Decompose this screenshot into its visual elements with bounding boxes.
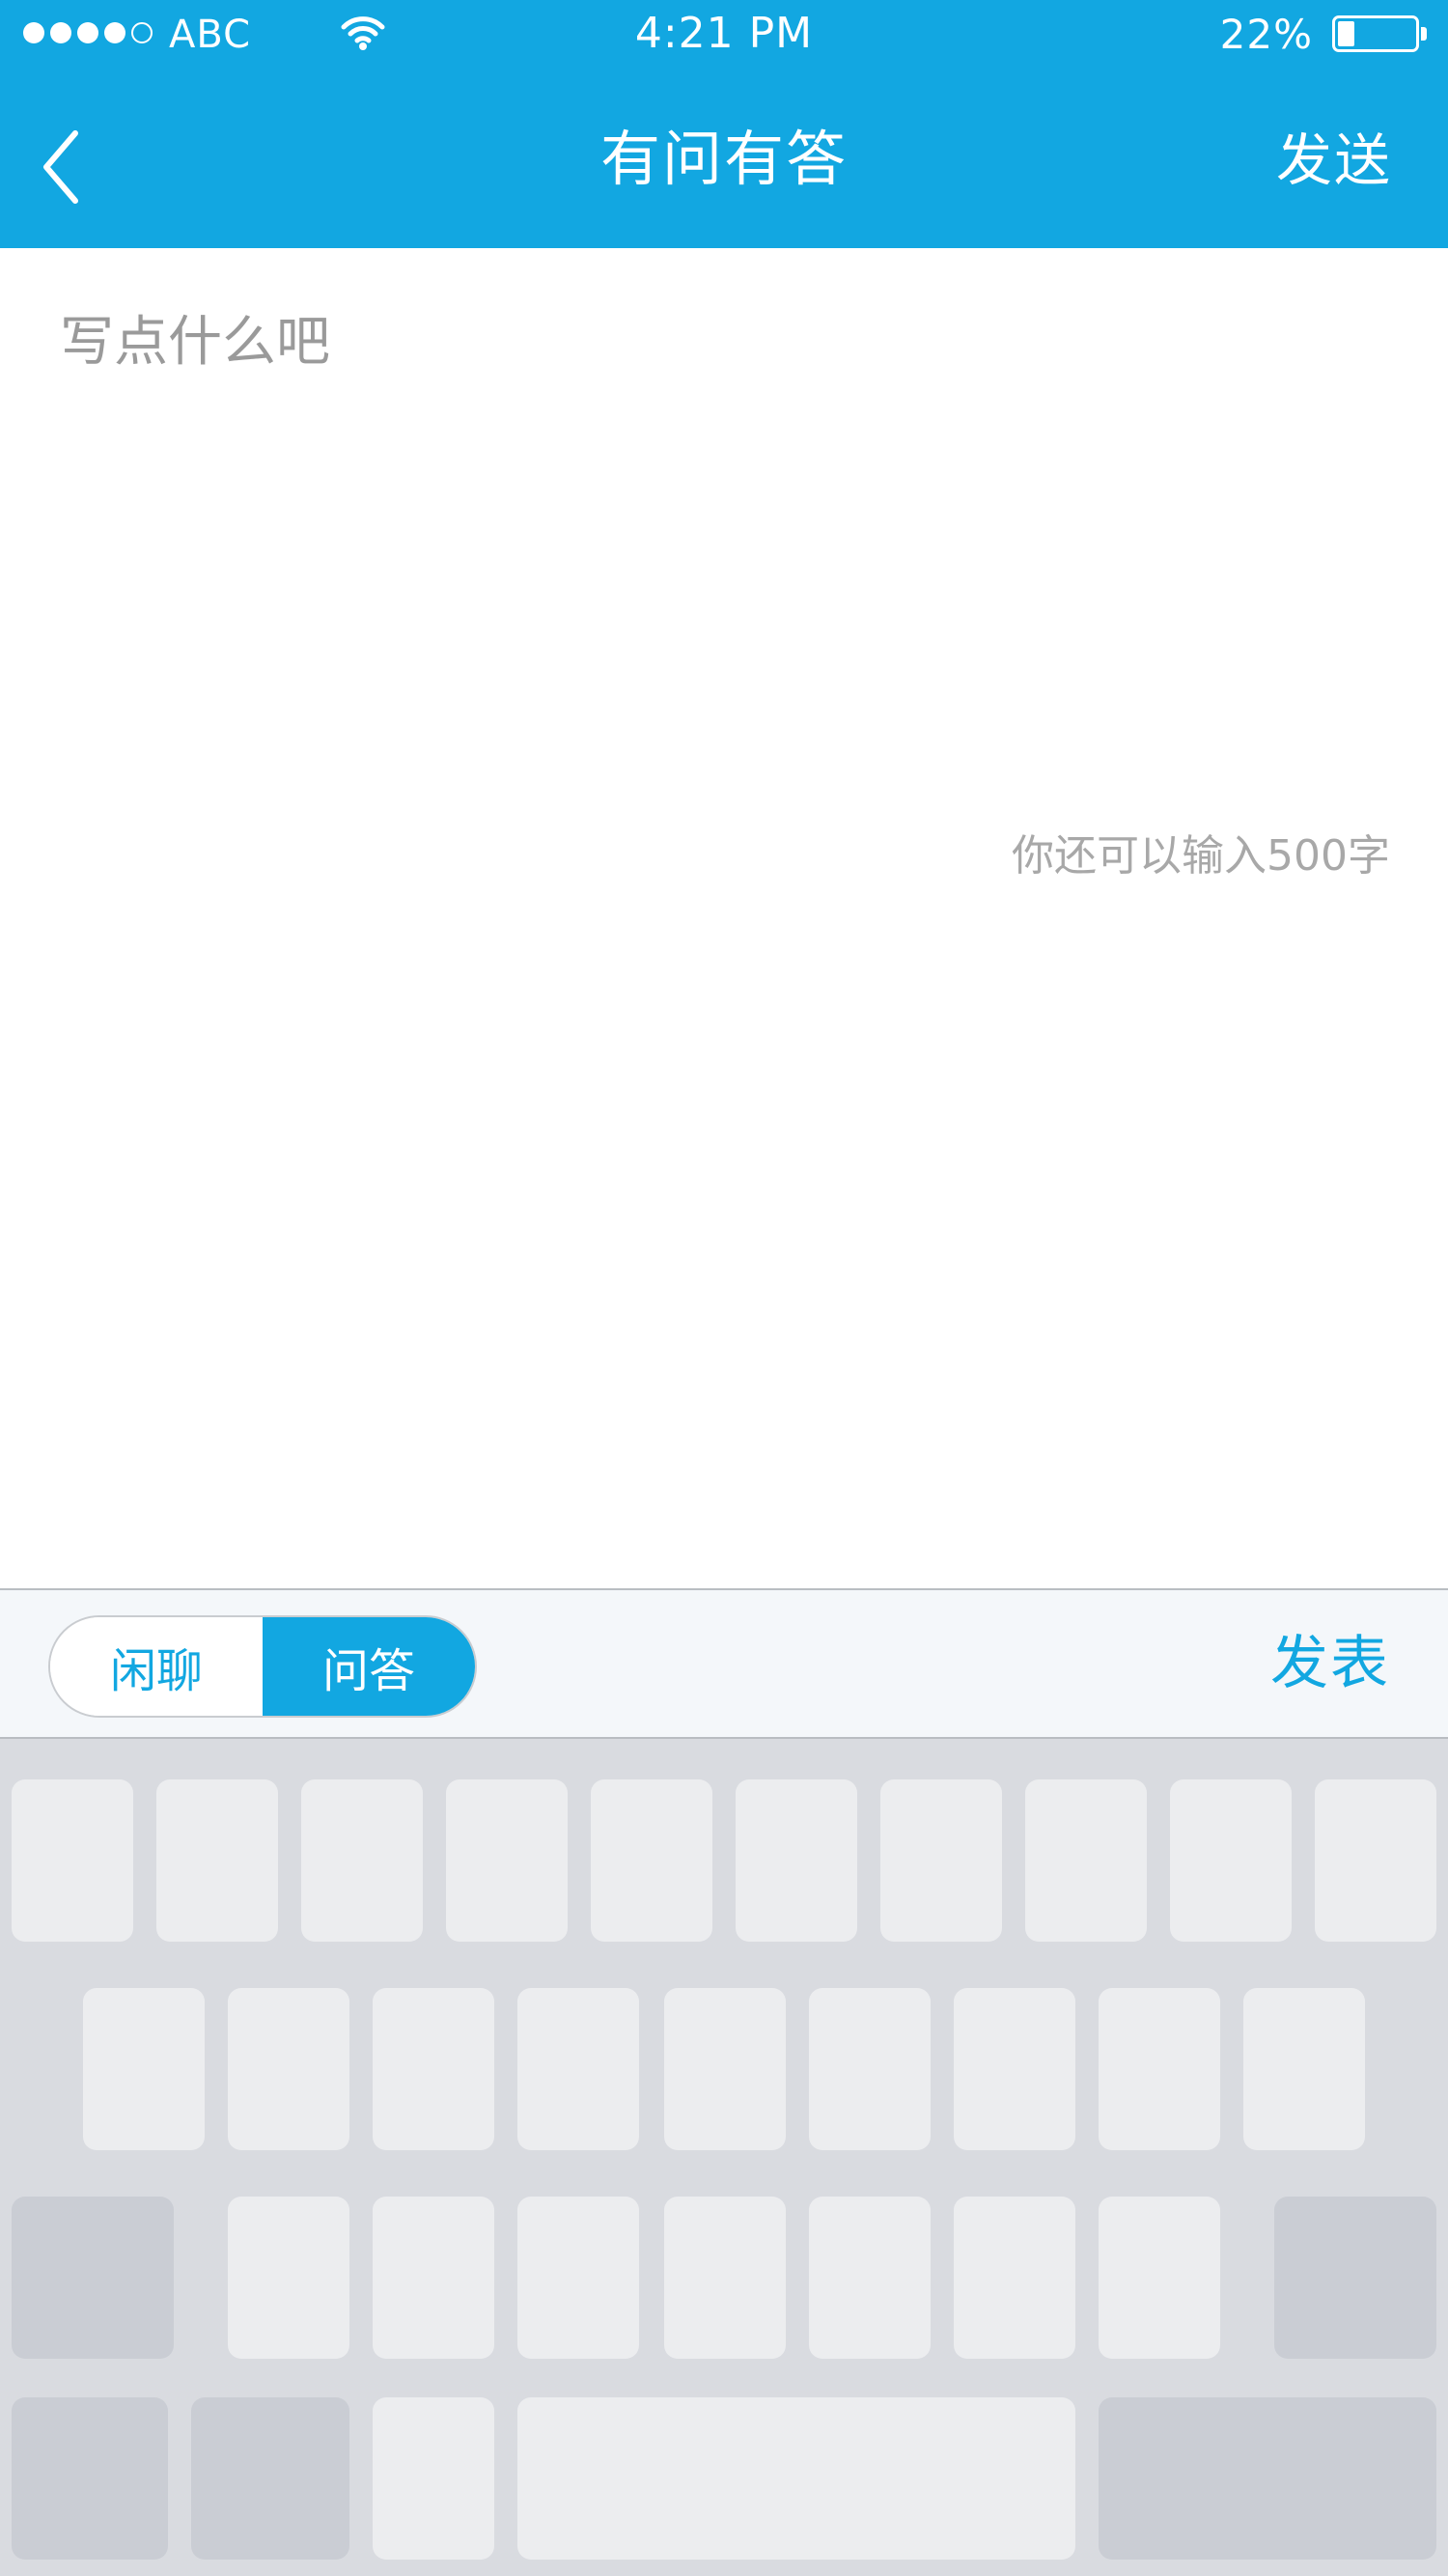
- segment-qa[interactable]: 问答: [263, 1617, 475, 1716]
- page-title: 有问有答: [599, 124, 848, 194]
- delete-key[interactable]: [1274, 2197, 1436, 2359]
- keyboard-key[interactable]: [664, 1988, 786, 2150]
- keyboard-key[interactable]: [736, 1779, 857, 1942]
- keyboard-key[interactable]: [517, 2197, 639, 2359]
- keyboard-key[interactable]: [954, 2197, 1075, 2359]
- keyboard-key[interactable]: [446, 1779, 568, 1942]
- keyboard-key[interactable]: [517, 1988, 639, 2150]
- battery-percent: 22%: [1219, 11, 1313, 58]
- publish-button[interactable]: 发表: [1270, 1625, 1390, 1702]
- post-type-segmented-control: 闲聊 问答: [48, 1615, 477, 1718]
- keyboard-key[interactable]: [373, 1988, 494, 2150]
- battery-tip: [1421, 27, 1427, 41]
- status-bar: ABC 4:21 PM 22%: [0, 0, 1448, 70]
- send-button[interactable]: 发送: [1276, 126, 1392, 195]
- keyboard-key[interactable]: [228, 2197, 349, 2359]
- keyboard-key[interactable]: [1170, 1779, 1292, 1942]
- globe-key[interactable]: [191, 2397, 349, 2560]
- keyboard-key[interactable]: [954, 1988, 1075, 2150]
- keyboard-key[interactable]: [156, 1779, 278, 1942]
- shift-key[interactable]: [12, 2197, 174, 2359]
- keyboard-key[interactable]: [880, 1779, 1002, 1942]
- keyboard-key[interactable]: [228, 1988, 349, 2150]
- battery-fill: [1338, 21, 1354, 46]
- char-counter: 你还可以输入500字: [1012, 831, 1390, 881]
- mic-key[interactable]: [373, 2397, 494, 2560]
- keyboard: [0, 1739, 1448, 2576]
- keyboard-key[interactable]: [83, 1988, 205, 2150]
- keyboard-key[interactable]: [664, 2197, 786, 2359]
- numbers-key[interactable]: [12, 2397, 168, 2560]
- keyboard-key[interactable]: [373, 2197, 494, 2359]
- battery-icon: [1332, 15, 1419, 52]
- keyboard-key[interactable]: [301, 1779, 423, 1942]
- keyboard-key[interactable]: [1099, 2197, 1220, 2359]
- keyboard-key[interactable]: [809, 2197, 931, 2359]
- keyboard-key[interactable]: [1315, 1779, 1436, 1942]
- keyboard-key[interactable]: [1099, 1988, 1220, 2150]
- keyboard-key[interactable]: [1025, 1779, 1147, 1942]
- keyboard-key[interactable]: [591, 1779, 712, 1942]
- compose-toolbar: 闲聊 问答 发表: [0, 1588, 1448, 1739]
- compose-screen: ABC 4:21 PM 22% 有问有答 发送 写点什么吧 你还可以输入500字…: [0, 0, 1448, 2576]
- keyboard-key[interactable]: [809, 1988, 931, 2150]
- keyboard-key[interactable]: [1243, 1988, 1365, 2150]
- header: ABC 4:21 PM 22% 有问有答 发送: [0, 0, 1448, 248]
- keyboard-key[interactable]: [12, 1779, 133, 1942]
- compose-area: 你还可以输入500字: [0, 248, 1448, 1588]
- segment-chat[interactable]: 闲聊: [50, 1617, 263, 1716]
- nav-bar: 有问有答 发送: [0, 70, 1448, 248]
- space-key[interactable]: [517, 2397, 1075, 2560]
- return-key[interactable]: [1099, 2397, 1436, 2560]
